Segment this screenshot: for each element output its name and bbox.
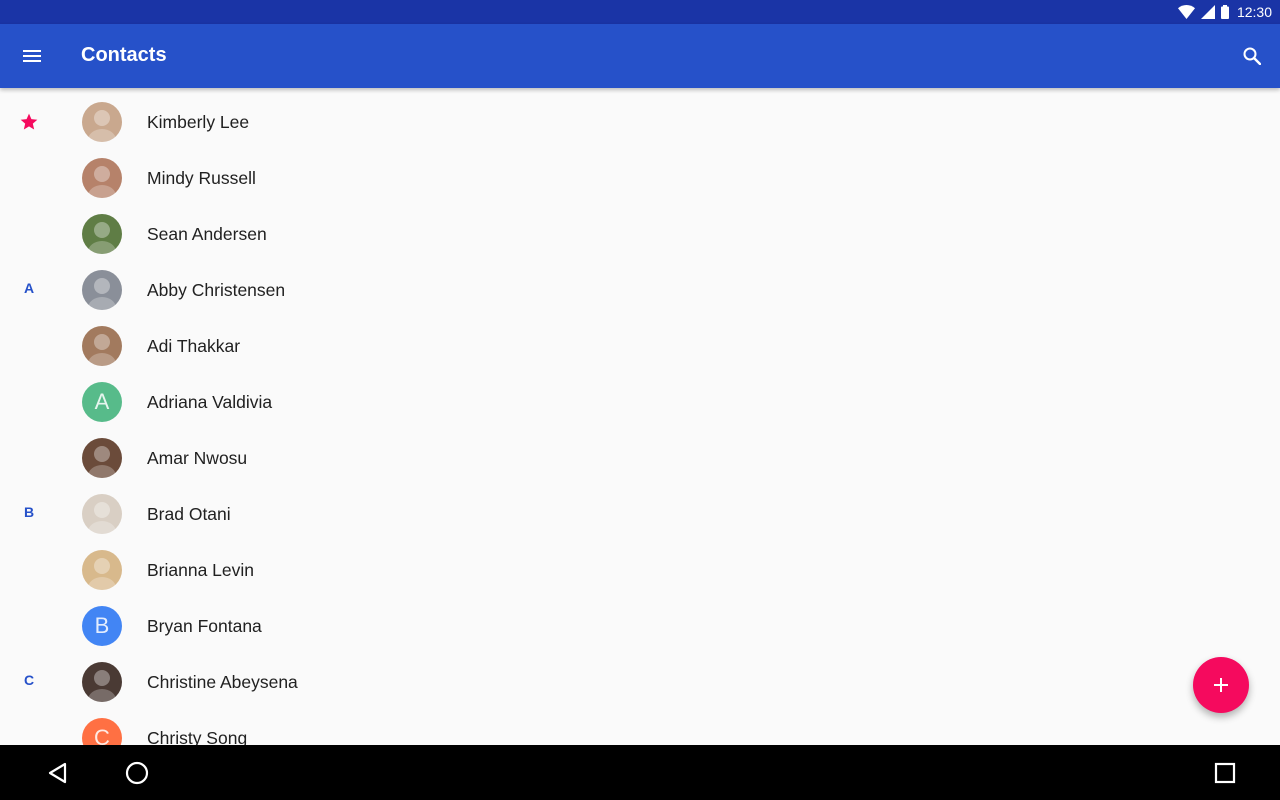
- person-photo-icon: [88, 278, 116, 310]
- contact-name: Amar Nwosu: [147, 448, 248, 468]
- person-photo-icon: [88, 502, 116, 534]
- home-icon[interactable]: [117, 753, 157, 793]
- avatar: [82, 550, 122, 590]
- person-photo-icon: [88, 670, 116, 702]
- contact-name: Bryan Fontana: [147, 616, 262, 636]
- wifi-icon: [1177, 5, 1195, 19]
- add-contact-button[interactable]: [1193, 657, 1249, 713]
- avatar: [82, 158, 122, 198]
- contact-name: Adi Thakkar: [147, 336, 241, 356]
- contact-name: Sean Andersen: [147, 224, 267, 244]
- contact-row[interactable]: Sean Andersen: [0, 206, 1280, 262]
- page-title: Contacts: [81, 44, 167, 66]
- menu-icon[interactable]: [12, 36, 52, 76]
- contact-name: Brianna Levin: [147, 560, 255, 580]
- avatar: [82, 326, 122, 366]
- avatar: A: [82, 382, 122, 422]
- contact-name: Mindy Russell: [147, 168, 256, 188]
- avatar: [82, 214, 122, 254]
- avatar: [82, 270, 122, 310]
- contact-name: Adriana Valdivia: [147, 392, 273, 412]
- person-photo-icon: [88, 222, 116, 254]
- app-bar: Contacts: [0, 24, 1280, 88]
- recents-icon[interactable]: [1205, 753, 1245, 793]
- avatar-letter: C: [94, 725, 110, 745]
- contact-row[interactable]: C Christy Song: [0, 710, 1280, 745]
- avatar: [82, 102, 122, 142]
- person-photo-icon: [88, 110, 116, 142]
- status-bar: 12:30: [0, 0, 1280, 24]
- navigation-bar: [0, 745, 1280, 800]
- contact-row[interactable]: Mindy Russell: [0, 150, 1280, 206]
- contact-name: Brad Otani: [147, 504, 231, 524]
- search-icon[interactable]: [1232, 36, 1272, 76]
- contact-row[interactable]: B Brad Otani: [0, 486, 1280, 542]
- avatar-letter: A: [94, 389, 110, 414]
- status-time: 12:30: [1236, 4, 1272, 20]
- avatar: C: [82, 718, 122, 745]
- person-photo-icon: [88, 166, 116, 198]
- contact-name: Christy Song: [147, 728, 248, 745]
- contact-name: Christine Abeysena: [147, 672, 298, 692]
- section-letter: A: [23, 280, 35, 296]
- back-icon[interactable]: [37, 753, 77, 793]
- contact-name: Abby Christensen: [147, 280, 286, 300]
- avatar-letter: B: [94, 613, 110, 638]
- contact-row[interactable]: A Adriana Valdivia: [0, 374, 1280, 430]
- person-photo-icon: [88, 446, 116, 478]
- person-photo-icon: [88, 558, 116, 590]
- contact-row[interactable]: B Bryan Fontana: [0, 598, 1280, 654]
- favorite-star-icon: [19, 112, 39, 132]
- avatar: [82, 662, 122, 702]
- cell-signal-icon: [1200, 5, 1215, 19]
- avatar: [82, 494, 122, 534]
- battery-icon: [1220, 5, 1229, 19]
- contact-row[interactable]: Kimberly Lee: [0, 94, 1280, 150]
- contact-row[interactable]: Brianna Levin: [0, 542, 1280, 598]
- contact-row[interactable]: Adi Thakkar: [0, 318, 1280, 374]
- avatar: [82, 438, 122, 478]
- contact-row[interactable]: Amar Nwosu: [0, 430, 1280, 486]
- contact-list[interactable]: Kimberly Lee Mindy Russell Sean Andersen A A…: [0, 94, 1280, 745]
- section-letter: C: [23, 672, 35, 688]
- contact-name: Kimberly Lee: [147, 112, 250, 132]
- add-icon: [1214, 678, 1228, 692]
- person-photo-icon: [88, 334, 116, 366]
- avatar: B: [82, 606, 122, 646]
- contact-row[interactable]: C Christine Abeysena: [0, 654, 1280, 710]
- section-letter: B: [23, 504, 35, 520]
- contact-row[interactable]: A Abby Christensen: [0, 262, 1280, 318]
